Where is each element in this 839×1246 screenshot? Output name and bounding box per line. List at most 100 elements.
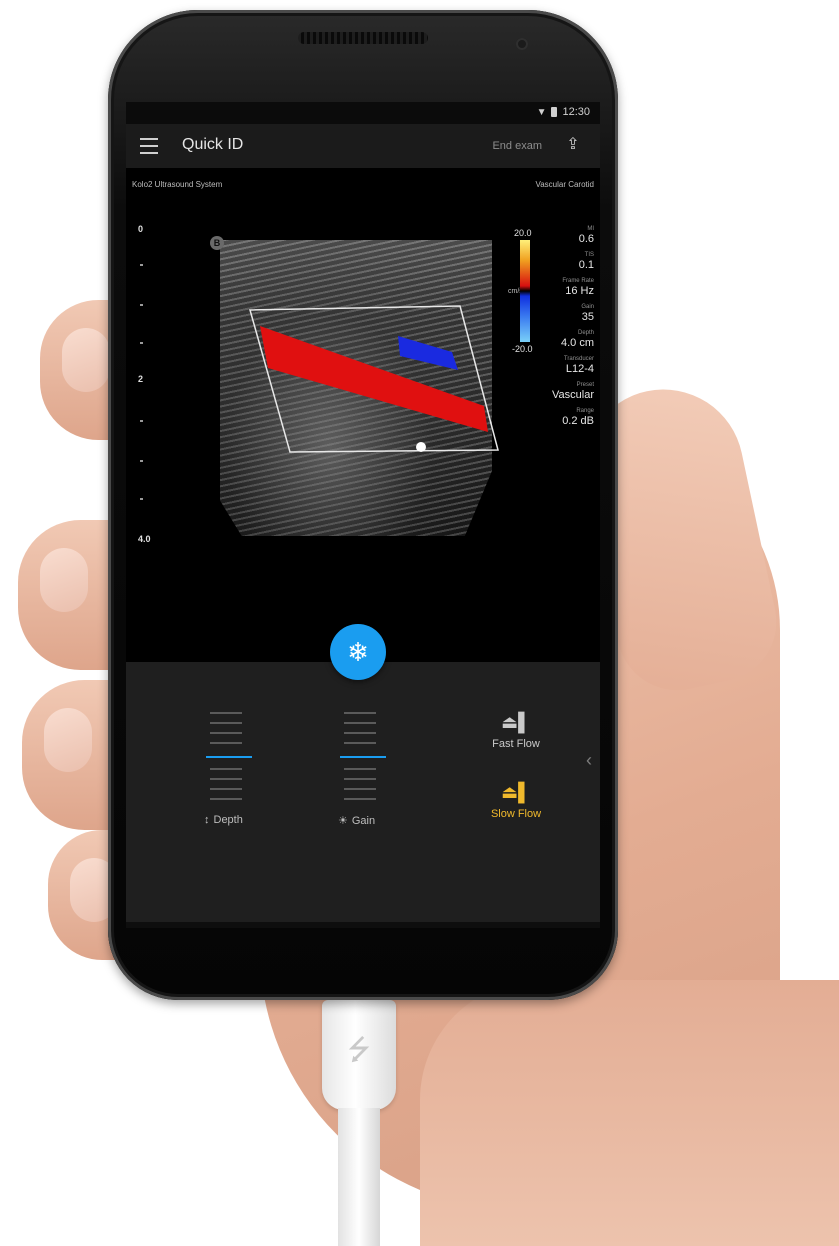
slider-line (344, 742, 376, 744)
gain-control-label: ☀ Gain (338, 814, 375, 827)
color-doppler-overlay[interactable] (220, 240, 520, 540)
param-key: Gain (581, 304, 594, 310)
usb-plug: ⭍ (322, 1000, 396, 1110)
param-value: Vascular (552, 389, 594, 401)
slider-indicator[interactable] (206, 756, 252, 758)
slider-line (210, 778, 242, 780)
gain-slider[interactable] (340, 712, 386, 812)
depth-tick (140, 460, 143, 462)
depth-scale: 0 2 4.0 (134, 224, 164, 564)
param-key: Transducer (563, 356, 594, 362)
param-item: Depth 4.0 cm (534, 330, 594, 349)
carotid-artery-flow (260, 326, 488, 432)
param-value: 35 (581, 311, 594, 323)
param-item: Range 0.2 dB (534, 408, 594, 427)
color-scale-top: 20.0 (514, 228, 532, 238)
depth-tick (140, 498, 143, 500)
param-item: Preset Vascular (534, 382, 594, 401)
param-value: 0.1 (578, 259, 594, 271)
depth-label: 2 (138, 374, 144, 384)
phone-screen: ▼ 12:30 Quick ID End exam ⇪ Kolo2 Ultras… (126, 102, 600, 928)
color-scale-bar (520, 240, 530, 342)
param-item: Transducer L12-4 (534, 356, 594, 375)
slider-line (344, 798, 376, 800)
depth-tick (140, 304, 143, 306)
gain-label-text: Gain (351, 815, 376, 827)
slider-line (210, 712, 242, 714)
param-value: 4.0 cm (560, 337, 594, 349)
usb-wire (338, 1108, 380, 1246)
param-item: TIS 0.1 (534, 252, 594, 271)
slider-line (210, 732, 242, 734)
depth-label: 4.0 (138, 534, 151, 544)
parameter-panel: MI 0.6 TIS 0.1 Frame Rate 16 Hz Gain 35 Dept… (534, 226, 594, 434)
slider-line (344, 788, 376, 790)
gain-icon: ☀ (338, 815, 348, 827)
param-key: Depth (577, 330, 594, 336)
phone: ▼ 12:30 Quick ID End exam ⇪ Kolo2 Ultras… (108, 10, 618, 1000)
slider-line (344, 732, 376, 734)
exam-type-label: Vascular Carotid (535, 180, 594, 189)
depth-label-text: Depth (213, 814, 243, 826)
color-scale-bottom: -20.0 (512, 344, 533, 354)
slider-indicator[interactable] (340, 756, 386, 758)
slow-flow-label: Slow Flow (490, 808, 542, 820)
usb-icon: ⭍ (347, 1034, 371, 1065)
param-item: MI 0.6 (534, 226, 594, 245)
depth-icon: ↕ (204, 814, 210, 826)
jugular-vein-flow (398, 336, 458, 370)
system-label: Kolo2 Ultrasound System (132, 180, 223, 189)
depth-label: 0 (138, 224, 144, 234)
fast-flow-icon: ⏏▌ (501, 712, 531, 732)
depth-slider[interactable] (206, 712, 252, 812)
front-camera (516, 38, 528, 50)
depth-control-label: ↕ Depth (204, 814, 243, 826)
phone-earpiece (298, 32, 428, 44)
param-item: Gain 35 (534, 304, 594, 323)
param-value: 0.2 dB (562, 415, 594, 427)
end-exam-button[interactable]: End exam (492, 140, 542, 152)
fast-flow-button[interactable]: ⏏▌ Fast Flow (476, 712, 556, 750)
depth-tick (140, 420, 143, 422)
param-key: TIS (584, 252, 594, 258)
focus-marker[interactable] (416, 442, 426, 452)
slider-line (210, 722, 242, 724)
fingernail (40, 548, 88, 612)
status-time: 12:30 (562, 106, 590, 118)
wifi-icon: ▼ (536, 106, 547, 118)
app-title: Quick ID (182, 136, 244, 153)
snowflake-icon: ❄ (347, 637, 369, 667)
usb-cable: ⭍ (322, 1000, 396, 1246)
chevron-left-icon[interactable]: ‹ (586, 750, 592, 771)
param-value: L12-4 (565, 363, 594, 375)
param-key: Frame Rate (562, 278, 594, 284)
param-value: 0.6 (578, 233, 594, 245)
fast-flow-label: Fast Flow (492, 738, 540, 750)
slow-flow-button[interactable]: ⏏▌ Slow Flow (476, 782, 556, 820)
slider-line (344, 712, 376, 714)
menu-icon[interactable] (140, 138, 158, 154)
app-bar: Quick ID End exam ⇪ (126, 124, 600, 168)
depth-tick (140, 264, 143, 266)
param-key: Preset (576, 382, 594, 388)
fingernail (62, 328, 110, 392)
slider-line (344, 768, 376, 770)
slow-flow-icon: ⏏▌ (501, 782, 531, 802)
status-bar: ▼ 12:30 (126, 102, 600, 124)
slider-line (210, 788, 242, 790)
export-icon[interactable]: ⇪ (562, 134, 584, 156)
battery-icon (551, 107, 558, 117)
depth-tick (140, 342, 143, 344)
param-item: Frame Rate 16 Hz (534, 278, 594, 297)
slider-line (344, 722, 376, 724)
param-value: 16 Hz (565, 285, 594, 297)
slider-line (210, 768, 242, 770)
param-key: Range (576, 408, 594, 414)
screen-bottom-bar (126, 922, 600, 928)
slider-line (210, 798, 242, 800)
slider-line (344, 778, 376, 780)
param-key: MI (587, 226, 594, 232)
freeze-button[interactable]: ❄ (330, 624, 386, 680)
slider-line (210, 742, 242, 744)
hand-wrist (420, 980, 839, 1246)
